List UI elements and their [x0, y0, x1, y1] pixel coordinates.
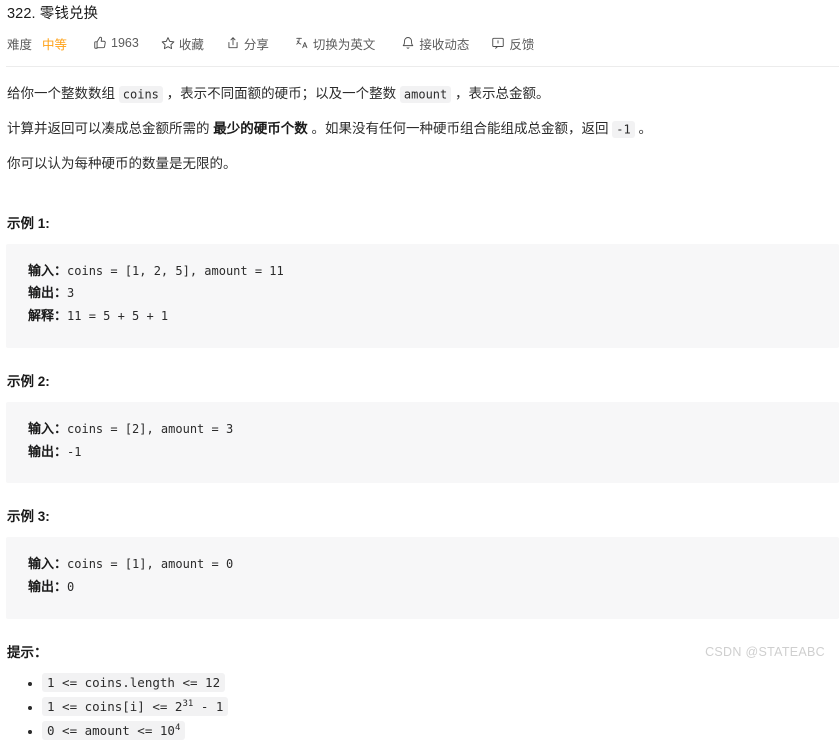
- share-icon: [226, 36, 240, 50]
- desc-p2-emphasis: 最少的硬币个数: [213, 121, 308, 137]
- desc-p2-seg1: 计算并返回可以凑成总金额所需的: [7, 121, 214, 137]
- hint-constraint-3: 0 <= amount <= 104: [42, 720, 186, 740]
- hint-2-base: 1 <= coins[i] <= 2: [47, 698, 183, 714]
- problem-description: 给你一个整数数组 coins ，表示不同面额的硬币；以及一个整数 amount …: [6, 67, 839, 741]
- desc-p2-seg3: 。: [634, 121, 652, 137]
- hint-constraint-2: 1 <= coins[i] <= 231 - 1: [42, 696, 229, 716]
- page-title: 322. 零钱兑换: [7, 6, 99, 22]
- description-paragraph-3: 你可以认为每种硬币的数量是无限的。: [7, 156, 237, 172]
- description-paragraph-1: 给你一个整数数组 coins ，表示不同面额的硬币；以及一个整数 amount …: [7, 82, 833, 105]
- desc-p1-seg1: 给你一个整数数组: [7, 86, 119, 101]
- example-2-heading: 示例 2:: [7, 373, 50, 389]
- problem-toolbar: 难度 中等 1963 收藏 分享 切换为英文 接收动态 反馈: [6, 30, 833, 56]
- example-1-explain-value: 11 = 5 + 5 + 1: [67, 309, 169, 324]
- bell-icon: [401, 36, 415, 50]
- subscribe-updates-button[interactable]: 接收动态: [401, 34, 469, 53]
- inline-code-minus-one: -1: [612, 120, 635, 138]
- inline-code-coins: coins: [118, 85, 163, 103]
- like-count: 1963: [111, 36, 139, 50]
- desc-p2-seg2: 。如果没有任何一种硬币组合能组成总金额，返回: [307, 121, 613, 137]
- example-2-input-label: 输入：: [28, 420, 68, 436]
- example-2-block: 输入：coins = [2], amount = 3 输出：-1: [6, 401, 839, 484]
- feedback-label: 反馈: [509, 37, 535, 52]
- example-3-block: 输入：coins = [1], amount = 0 输出：0: [6, 537, 839, 619]
- like-button[interactable]: 1963: [93, 36, 139, 50]
- star-icon: [161, 36, 175, 50]
- list-item: 0 <= amount <= 104: [42, 720, 833, 741]
- example-1-heading: 示例 1:: [7, 215, 50, 231]
- hint-3-superscript: 4: [174, 722, 181, 733]
- favorite-label: 收藏: [178, 37, 204, 52]
- hint-1-base: 1 <= coins.length <= 12: [47, 674, 221, 690]
- hint-3-base: 0 <= amount <= 10: [47, 722, 175, 738]
- problem-page: 322. 零钱兑换 难度 中等 1963 收藏 分享 切换为英文 接收动态 反馈…: [0, 0, 839, 741]
- watermark: CSDN @STATEABC: [705, 645, 825, 659]
- list-item: 1 <= coins[i] <= 231 - 1: [42, 696, 833, 717]
- example-2-output-label: 输出：: [28, 443, 68, 459]
- share-label: 分享: [243, 37, 269, 52]
- example-2-output-value: -1: [67, 444, 82, 459]
- example-1-output-value: 3: [67, 286, 75, 301]
- example-1-input-value: coins = [1, 2, 5], amount = 11: [67, 263, 284, 278]
- example-3-output-value: 0: [67, 580, 75, 595]
- hint-2-superscript: 31: [182, 698, 194, 709]
- difficulty-value: 中等: [42, 37, 68, 52]
- example-3-input-value: coins = [1], amount = 0: [67, 557, 234, 572]
- subscribe-updates-label: 接收动态: [419, 37, 470, 52]
- difficulty-badge: 难度 中等: [7, 34, 67, 53]
- example-2-input-value: coins = [2], amount = 3: [67, 421, 234, 436]
- hints-list: 1 <= coins.length <= 12 1 <= coins[i] <=…: [6, 672, 833, 741]
- example-3-input-label: 输入：: [28, 556, 68, 572]
- desc-p1-seg2: ，表示不同面额的硬币；以及一个整数: [162, 86, 400, 101]
- hint-2-tail: - 1: [193, 698, 224, 714]
- share-button[interactable]: 分享: [226, 34, 269, 53]
- example-3-output-label: 输出：: [28, 579, 68, 595]
- favorite-button[interactable]: 收藏: [161, 34, 204, 53]
- inline-code-amount: amount: [399, 85, 452, 103]
- desc-p1-seg3: ，表示总金额。: [451, 86, 550, 101]
- example-1-output-label: 输出：: [28, 285, 68, 301]
- switch-language-button[interactable]: 切换为英文: [295, 34, 376, 53]
- feedback-icon: [491, 36, 505, 50]
- example-1-input-label: 输入：: [28, 262, 68, 278]
- list-item: 1 <= coins.length <= 12: [42, 672, 833, 693]
- description-paragraph-2: 计算并返回可以凑成总金额所需的 最少的硬币个数 。如果没有任何一种硬币组合能组成…: [7, 117, 833, 140]
- translate-icon: [295, 36, 309, 50]
- switch-language-label: 切换为英文: [312, 37, 376, 52]
- feedback-button[interactable]: 反馈: [491, 34, 534, 53]
- hint-constraint-1: 1 <= coins.length <= 12: [42, 672, 226, 692]
- thumbs-up-icon: [93, 36, 107, 50]
- example-1-explain-label: 解释：: [28, 308, 68, 324]
- example-1-block: 输入：coins = [1, 2, 5], amount = 11 输出：3 解…: [6, 243, 839, 348]
- difficulty-label: 难度: [7, 37, 33, 52]
- example-3-heading: 示例 3:: [7, 509, 50, 525]
